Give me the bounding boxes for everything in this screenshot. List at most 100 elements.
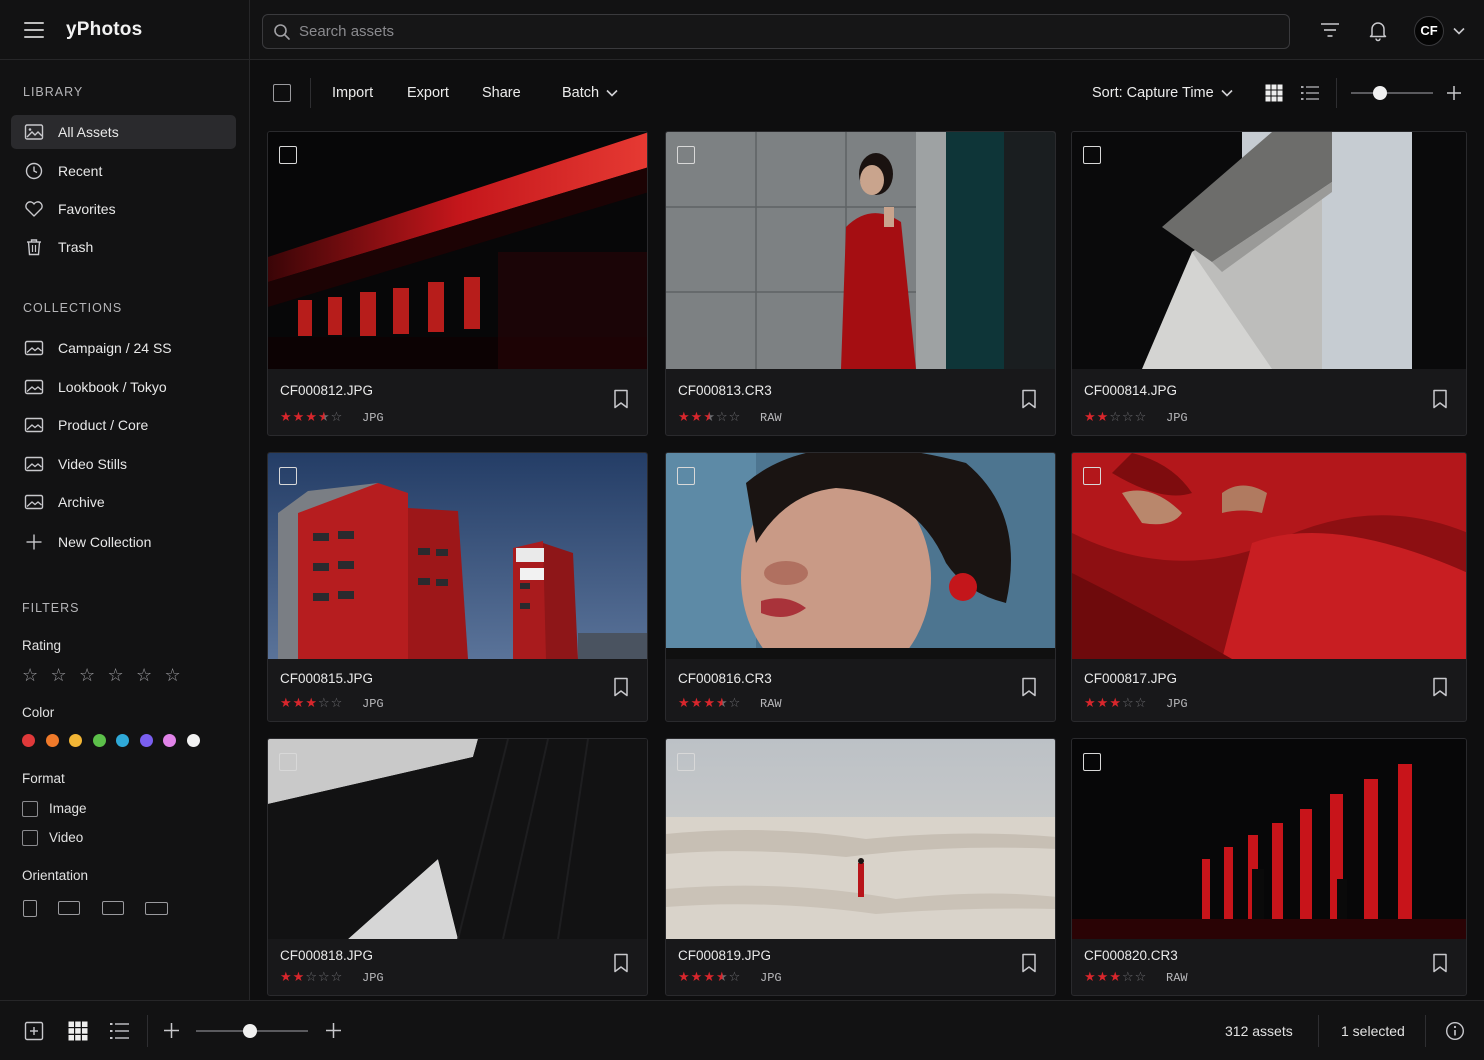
search-bar[interactable]: [262, 14, 1290, 49]
list-view-icon[interactable]: [1301, 85, 1319, 101]
sidebar-item-campaign[interactable]: Campaign / 24 SS: [11, 331, 236, 365]
slider-knob[interactable]: [1373, 86, 1387, 100]
bookmark-icon[interactable]: [613, 389, 629, 409]
asset-card[interactable]: CF000812.JPG ★★★★☆ JPG: [267, 131, 648, 436]
asset-thumbnail[interactable]: [268, 132, 647, 369]
color-swatch[interactable]: [116, 734, 129, 747]
thumbnail-size-slider[interactable]: [1351, 86, 1433, 100]
bookmark-icon[interactable]: [1021, 677, 1037, 697]
bookmark-icon[interactable]: [1432, 953, 1448, 973]
filter-icon[interactable]: [1318, 18, 1342, 42]
sidebar-item-all-assets[interactable]: All Assets: [11, 115, 236, 149]
select-all-checkbox[interactable]: [273, 84, 291, 102]
slider-knob[interactable]: [243, 1024, 257, 1038]
card-checkbox[interactable]: [677, 753, 695, 771]
asset-rating: ★★☆☆☆: [280, 969, 343, 985]
asset-thumbnail[interactable]: [1072, 132, 1466, 369]
star-icon[interactable]: ☆: [165, 665, 194, 686]
rating-star-icon: ☆: [317, 695, 331, 710]
search-input[interactable]: [299, 15, 1279, 48]
color-swatch[interactable]: [45, 734, 59, 747]
color-swatch[interactable]: [163, 734, 176, 747]
card-checkbox[interactable]: [279, 753, 297, 771]
color-swatch[interactable]: [92, 734, 106, 747]
star-icon[interactable]: ☆: [51, 665, 80, 686]
bookmark-icon[interactable]: [613, 677, 629, 697]
zoom-slider[interactable]: [196, 1024, 308, 1038]
color-swatch[interactable]: [139, 734, 153, 747]
portrait-icon[interactable]: [23, 900, 37, 917]
card-checkbox[interactable]: [1083, 753, 1101, 771]
import-button[interactable]: Import: [332, 85, 373, 101]
add-media-icon[interactable]: [24, 1021, 44, 1041]
asset-thumbnail[interactable]: [268, 453, 647, 659]
grid-view-icon[interactable]: [68, 1021, 88, 1041]
card-checkbox[interactable]: [279, 146, 297, 164]
sidebar-item-lookbook[interactable]: Lookbook / Tokyo: [11, 370, 236, 404]
asset-card[interactable]: CF000817.JPG ★★★☆☆ JPG: [1071, 452, 1467, 722]
asset-card[interactable]: CF000818.JPG ★★☆☆☆ JPG: [267, 738, 648, 996]
asset-format: JPG: [1166, 697, 1188, 711]
card-checkbox[interactable]: [1083, 467, 1101, 485]
square-icon[interactable]: [102, 901, 124, 915]
color-swatch[interactable]: [69, 734, 82, 747]
sort-dropdown[interactable]: Sort: Capture Time: [1092, 85, 1234, 101]
format-video-checkbox[interactable]: Video: [22, 829, 83, 847]
sidebar-item-video-stills[interactable]: Video Stills: [11, 447, 236, 481]
sidebar-item-trash[interactable]: Trash: [11, 230, 236, 264]
landscape-icon[interactable]: [58, 901, 80, 915]
format-image-checkbox[interactable]: Image: [22, 800, 87, 818]
asset-card[interactable]: CF000819.JPG ★★★★☆ JPG: [665, 738, 1056, 996]
card-checkbox[interactable]: [279, 467, 297, 485]
rating-star-icon: ☆: [317, 969, 331, 984]
bell-icon[interactable]: [1366, 18, 1390, 42]
bookmark-icon[interactable]: [1432, 677, 1448, 697]
asset-card[interactable]: CF000820.CR3 ★★★☆☆ RAW: [1071, 738, 1467, 996]
bookmark-icon[interactable]: [613, 953, 629, 973]
share-button[interactable]: Share: [482, 85, 521, 101]
menu-icon[interactable]: [24, 22, 44, 38]
zoom-in-icon[interactable]: [1447, 86, 1461, 100]
asset-thumbnail[interactable]: [1072, 453, 1466, 659]
batch-button[interactable]: Batch: [562, 85, 619, 101]
sidebar-item-product[interactable]: Product / Core: [11, 408, 236, 442]
info-icon[interactable]: [1445, 1021, 1465, 1041]
zoom-out-icon[interactable]: [164, 1023, 179, 1038]
star-icon[interactable]: ☆: [79, 665, 108, 686]
asset-thumbnail[interactable]: [666, 453, 1055, 659]
asset-thumbnail[interactable]: [1072, 739, 1466, 939]
sidebar-item-archive[interactable]: Archive: [11, 485, 236, 519]
card-checkbox[interactable]: [677, 146, 695, 164]
rating-star-icon: ★: [690, 695, 704, 710]
checkbox[interactable]: [22, 800, 38, 817]
panorama-icon[interactable]: [145, 902, 168, 915]
export-button[interactable]: Export: [407, 85, 449, 101]
new-collection-button[interactable]: New Collection: [11, 525, 236, 559]
asset-thumbnail[interactable]: [666, 739, 1055, 939]
bookmark-icon[interactable]: [1021, 389, 1037, 409]
bookmark-icon[interactable]: [1432, 389, 1448, 409]
sidebar-item-label: Trash: [58, 239, 94, 255]
asset-card[interactable]: CF000815.JPG ★★★☆☆ JPG: [267, 452, 648, 722]
grid-view-icon[interactable]: [1265, 84, 1283, 102]
asset-card[interactable]: CF000813.CR3 ★★★☆☆ RAW: [665, 131, 1056, 436]
star-icon[interactable]: ☆: [136, 665, 165, 686]
color-swatch[interactable]: [186, 734, 200, 747]
chevron-down-icon[interactable]: [1452, 24, 1466, 38]
star-icon[interactable]: ☆: [22, 665, 51, 686]
zoom-in-icon[interactable]: [326, 1023, 341, 1038]
sidebar-item-recent[interactable]: Recent: [11, 154, 236, 188]
sidebar-item-favorites[interactable]: Favorites: [11, 192, 236, 226]
bookmark-icon[interactable]: [1021, 953, 1037, 973]
star-icon[interactable]: ☆: [108, 665, 137, 686]
color-swatch[interactable]: [22, 734, 35, 747]
asset-card[interactable]: CF000816.CR3 ★★★★☆ RAW: [665, 452, 1056, 722]
card-checkbox[interactable]: [677, 467, 695, 485]
asset-thumbnail[interactable]: [268, 739, 647, 939]
avatar[interactable]: CF: [1414, 16, 1444, 46]
asset-thumbnail[interactable]: [666, 132, 1055, 369]
card-checkbox[interactable]: [1083, 146, 1101, 164]
asset-card[interactable]: CF000814.JPG ★★☆☆☆ JPG: [1071, 131, 1467, 436]
checkbox[interactable]: [22, 829, 38, 846]
list-view-icon[interactable]: [110, 1021, 130, 1041]
